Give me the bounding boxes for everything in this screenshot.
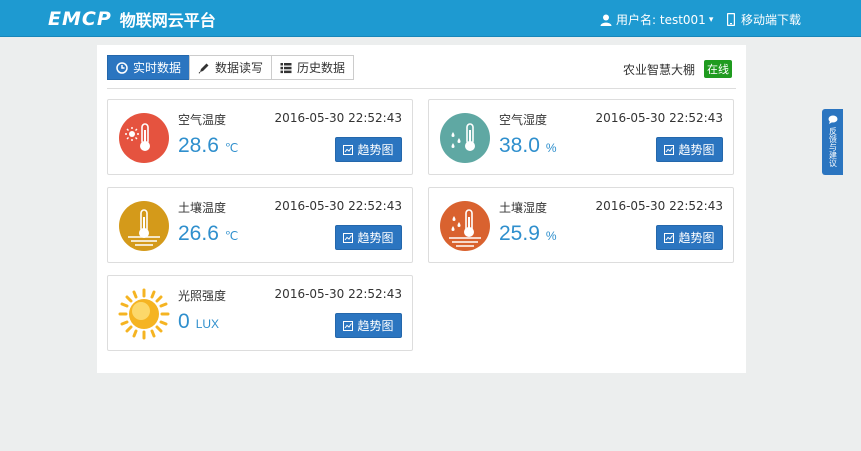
sensor-card-soil-temperature: 土壤温度 2016-05-30 22:52:43 26.6 ℃ 趋势图 (107, 187, 413, 263)
sensor-timestamp: 2016-05-30 22:52:43 (274, 199, 402, 213)
trend-chart-button[interactable]: 趋势图 (335, 225, 402, 250)
value-unit: LUX (195, 317, 220, 331)
feedback-label: 反馈与建议 (828, 127, 838, 167)
logo[interactable]: EMCP 物联网云平台 (48, 8, 216, 30)
tab-label: 实时数据 (133, 61, 182, 75)
tab-history-data[interactable]: 历史数据 (271, 55, 355, 80)
chevron-down-icon: ▾ (708, 14, 714, 25)
tab-realtime-data[interactable]: 实时数据 (107, 55, 191, 80)
user-name: 用户名: test001 (616, 13, 706, 27)
feedback-button[interactable]: 反馈与建议 (822, 109, 843, 175)
main-panel: 实时数据 数据读写 历史数据 农业智慧大棚 在线 空气温度 2016-05-30… (97, 45, 746, 373)
air-temperature-icon (119, 113, 169, 163)
status-badge: 在线 (704, 60, 732, 78)
value-unit: % (545, 229, 557, 243)
mobile-phone-icon (727, 13, 735, 26)
mobile-download-link[interactable]: 移动端下载 (727, 11, 801, 28)
chart-icon (664, 144, 675, 155)
trend-button-label: 趋势图 (357, 143, 394, 157)
sensor-card-air-temperature: 空气温度 2016-05-30 22:52:43 28.6 ℃ 趋势图 (107, 99, 413, 175)
top-bar: EMCP 物联网云平台 用户名: test001 ▾ 移动端下载 (0, 0, 861, 37)
device-info: 农业智慧大棚 在线 (623, 60, 732, 78)
trend-chart-button[interactable]: 趋势图 (335, 313, 402, 338)
sensor-label: 土壤温度 (178, 201, 227, 215)
trend-chart-button[interactable]: 趋势图 (656, 225, 723, 250)
sensor-label: 空气温度 (178, 113, 227, 127)
tab-label: 历史数据 (297, 61, 346, 75)
trend-chart-button[interactable]: 趋势图 (335, 137, 402, 162)
platform-name: 物联网云平台 (119, 11, 216, 30)
sensor-card-air-humidity: 空气湿度 2016-05-30 22:52:43 38.0% 趋势图 (428, 99, 734, 175)
trend-button-label: 趋势图 (678, 231, 715, 245)
soil-temperature-icon (119, 201, 169, 251)
trend-button-label: 趋势图 (678, 143, 715, 157)
value-unit: ℃ (224, 229, 239, 243)
chat-bubble-icon (828, 115, 837, 124)
chart-icon (343, 144, 354, 155)
sensor-label: 土壤湿度 (499, 201, 548, 215)
sensor-timestamp: 2016-05-30 22:52:43 (274, 111, 402, 125)
chart-icon (343, 320, 354, 331)
sensor-card-soil-humidity: 土壤湿度 2016-05-30 22:52:43 25.9% 趋势图 (428, 187, 734, 263)
air-humidity-icon (440, 113, 490, 163)
trend-button-label: 趋势图 (357, 231, 394, 245)
sun-icon (118, 288, 170, 340)
sensor-value: 26.6 ℃ (178, 222, 238, 246)
sensor-value: 38.0% (499, 134, 557, 158)
sensor-card-light-intensity: 光照强度 2016-05-30 22:52:43 0 LUX 趋势图 (107, 275, 413, 351)
clock-icon (116, 61, 128, 74)
sensor-timestamp: 2016-05-30 22:52:43 (274, 287, 402, 301)
sensor-label: 光照强度 (178, 289, 227, 303)
logo-mark: EMCP (48, 8, 112, 30)
mobile-download-label: 移动端下载 (741, 13, 802, 27)
chart-icon (343, 232, 354, 243)
sensor-value: 25.9% (499, 222, 557, 246)
tab-bar: 实时数据 数据读写 历史数据 (107, 55, 355, 80)
pencil-icon (198, 63, 209, 74)
sensor-timestamp: 2016-05-30 22:52:43 (595, 199, 723, 213)
sensor-value: 28.6 ℃ (178, 134, 238, 158)
value-number: 26.6 (178, 222, 219, 245)
sensor-label: 空气湿度 (499, 113, 548, 127)
user-icon (600, 14, 612, 26)
trend-button-label: 趋势图 (357, 319, 394, 333)
device-name: 农业智慧大棚 (622, 62, 695, 77)
tab-label: 数据读写 (215, 61, 264, 75)
soil-humidity-icon (440, 201, 490, 251)
value-number: 28.6 (178, 134, 219, 157)
value-number: 38.0 (499, 134, 540, 157)
value-unit: % (545, 141, 557, 155)
list-icon (280, 62, 292, 73)
value-unit: ℃ (224, 141, 239, 155)
trend-chart-button[interactable]: 趋势图 (656, 137, 723, 162)
divider (107, 88, 736, 89)
chart-icon (664, 232, 675, 243)
sensor-timestamp: 2016-05-30 22:52:43 (595, 111, 723, 125)
tab-data-read-write[interactable]: 数据读写 (189, 55, 273, 80)
user-menu[interactable]: 用户名: test001 ▾ (600, 11, 713, 28)
sensor-value: 0 LUX (178, 310, 219, 334)
value-number: 0 (178, 310, 190, 333)
value-number: 25.9 (499, 222, 540, 245)
